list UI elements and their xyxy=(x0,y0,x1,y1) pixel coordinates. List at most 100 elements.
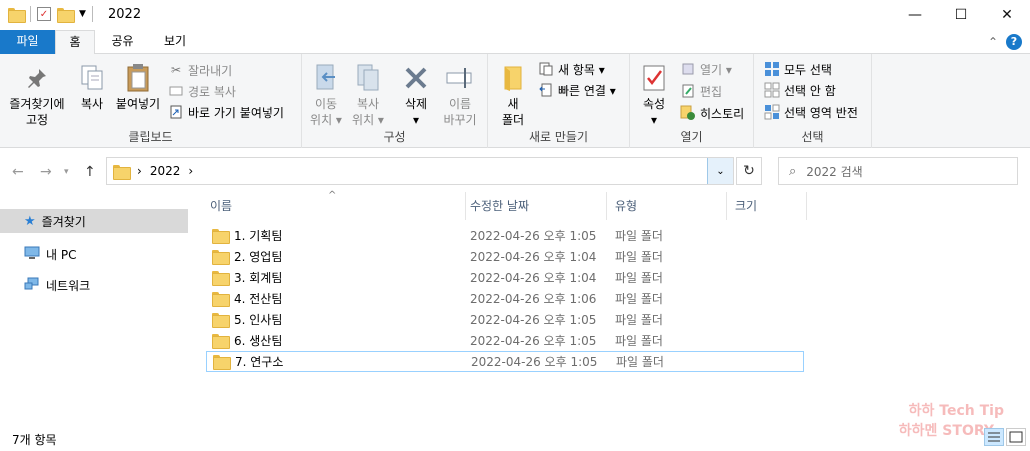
column-header-type[interactable]: 유형 xyxy=(607,192,727,220)
quick-access-toolbar: ✓ ▼ xyxy=(8,6,93,23)
easy-access-button[interactable]: 빠른 연결 ▾ xyxy=(538,80,616,100)
paste-label: 붙여넣기 xyxy=(115,97,161,111)
table-row[interactable]: 7. 연구소 2022-04-26 오후 1:05 파일 폴더 xyxy=(206,351,804,372)
path-icon xyxy=(168,83,184,99)
minimize-button[interactable]: — xyxy=(892,0,938,30)
navigation-bar: ← → ▾ ↑ › 2022 › ⌄ ↻ ⌕ 2022 검색 xyxy=(0,154,1030,190)
properties-icon[interactable]: ✓ xyxy=(37,7,51,21)
column-header-size[interactable]: 크기 xyxy=(727,192,807,220)
forward-arrow-icon[interactable]: → xyxy=(40,164,52,180)
folder-icon xyxy=(213,355,231,370)
status-item-count: 7개 항목 xyxy=(12,433,57,447)
tab-share[interactable]: 공유 xyxy=(100,30,145,54)
qat-dropdown-icon[interactable]: ▼ xyxy=(79,9,86,19)
pin-to-quick-access-button[interactable]: 즐겨찾기에 고정 xyxy=(4,62,70,128)
close-button[interactable]: ✕ xyxy=(984,0,1030,30)
open-group: 속성 ▾ 열기 ▾ 편집 히스토리 열기 xyxy=(630,54,754,148)
rename-icon xyxy=(444,62,476,94)
organize-group: 이동 위치 ▾ 복사 위치 ▾ 삭제 ▾ 이름 바꾸기 구성 xyxy=(302,54,488,148)
maximize-button[interactable]: ☐ xyxy=(938,0,984,30)
column-header-name[interactable]: 이름 xyxy=(202,192,466,220)
copy-button[interactable]: 복사 xyxy=(74,62,110,112)
divider xyxy=(30,6,31,22)
large-icons-view-icon[interactable] xyxy=(1006,428,1026,446)
history-button[interactable]: 히스토리 xyxy=(680,103,744,123)
navigation-pane: ★ 즐겨찾기 내 PC 네트워크 xyxy=(0,192,190,422)
search-box[interactable]: ⌕ 2022 검색 xyxy=(778,157,1018,185)
help-icon[interactable]: ? xyxy=(1006,34,1022,50)
star-icon: ★ xyxy=(24,213,36,229)
copy-to-button[interactable]: 복사 위치 ▾ xyxy=(348,62,388,128)
nav-item-this-pc[interactable]: 내 PC xyxy=(0,242,188,266)
address-dropdown-icon[interactable]: ⌄ xyxy=(707,158,733,184)
delete-x-icon xyxy=(400,62,432,94)
folder-icon xyxy=(212,271,230,286)
new-folder-icon xyxy=(497,62,529,94)
copy-path-button[interactable]: 경로 복사 xyxy=(168,81,236,101)
history-icon xyxy=(680,105,696,121)
table-row[interactable]: 4. 전산팀 2022-04-26 오후 1:06 파일 폴더 xyxy=(206,288,804,309)
open-button[interactable]: 열기 ▾ xyxy=(680,59,732,79)
back-arrow-icon[interactable]: ← xyxy=(12,164,24,180)
select-all-button[interactable]: 모두 선택 xyxy=(764,59,832,79)
table-row[interactable]: 6. 생산팀 2022-04-26 오후 1:05 파일 폴더 xyxy=(206,330,804,351)
tab-file[interactable]: 파일 xyxy=(0,30,55,54)
new-group-label: 새로 만들기 xyxy=(528,130,588,144)
file-list: ^ 이름 수정한 날짜 유형 크기 1. 기획팀 2022-04-26 오후 1… xyxy=(190,190,1030,422)
invert-selection-button[interactable]: 선택 영역 반전 xyxy=(764,102,858,122)
folder-icon xyxy=(113,164,131,180)
table-row[interactable]: 2. 영업팀 2022-04-26 오후 1:04 파일 폴더 xyxy=(206,246,804,267)
details-view-icon[interactable] xyxy=(984,428,1004,446)
tab-view[interactable]: 보기 xyxy=(150,30,200,54)
column-header-date[interactable]: 수정한 날짜 xyxy=(462,192,607,220)
window-title: 2022 xyxy=(108,7,142,22)
new-folder-button[interactable]: 새 폴더 xyxy=(496,62,530,128)
title-bar: ✓ ▼ 2022 — ☐ ✕ xyxy=(0,0,1030,30)
move-icon xyxy=(310,62,342,94)
breadcrumb-2022[interactable]: 2022 xyxy=(150,164,181,178)
select-none-icon xyxy=(764,82,780,98)
paste-button[interactable]: 붙여넣기 xyxy=(112,62,164,112)
move-to-button[interactable]: 이동 위치 ▾ xyxy=(306,62,346,128)
select-none-button[interactable]: 선택 안 함 xyxy=(764,80,836,100)
invert-selection-icon xyxy=(764,104,780,120)
cut-button[interactable]: ✂ 잘라내기 xyxy=(168,60,232,80)
delete-button[interactable]: 삭제 ▾ xyxy=(398,62,434,128)
table-row[interactable]: 3. 회계팀 2022-04-26 오후 1:04 파일 폴더 xyxy=(206,267,804,288)
folder-icon xyxy=(212,334,230,349)
paste-shortcut-button[interactable]: 바로 가기 붙여넣기 xyxy=(168,102,284,122)
easy-access-icon xyxy=(538,82,554,98)
table-row[interactable]: 1. 기획팀 2022-04-26 오후 1:05 파일 폴더 xyxy=(206,225,804,246)
organize-group-label: 구성 xyxy=(383,130,406,144)
scissors-icon: ✂ xyxy=(170,63,182,77)
open-group-label: 열기 xyxy=(680,130,703,144)
nav-item-quick-access[interactable]: ★ 즐겨찾기 xyxy=(0,209,188,233)
clipboard-group-label: 클립보드 xyxy=(128,130,173,144)
select-group: 모두 선택 선택 안 함 선택 영역 반전 선택 xyxy=(754,54,872,148)
pin-icon xyxy=(21,62,53,94)
ribbon-collapse-icon[interactable]: ⌃ xyxy=(988,35,998,49)
up-arrow-icon[interactable]: ↑ xyxy=(84,164,96,180)
recent-locations-icon[interactable]: ▾ xyxy=(64,167,69,177)
rename-button[interactable]: 이름 바꾸기 xyxy=(440,62,480,128)
address-bar[interactable]: › 2022 › ⌄ xyxy=(106,157,734,185)
select-all-icon xyxy=(764,61,780,77)
new-item-icon xyxy=(538,61,554,77)
properties-button[interactable]: 속성 ▾ xyxy=(636,62,672,128)
clipboard-group: 즐겨찾기에 고정 복사 붙여넣기 ✂ 잘라내기 경로 복사 바로 가기 붙여넣기… xyxy=(0,54,302,148)
nav-item-network[interactable]: 네트워크 xyxy=(0,273,188,297)
copy-label: 복사 xyxy=(80,97,104,111)
open-icon xyxy=(680,61,696,77)
edit-button[interactable]: 편집 xyxy=(680,81,722,101)
tab-home[interactable]: 홈 xyxy=(55,30,95,55)
new-folder-icon[interactable] xyxy=(57,7,75,23)
new-item-button[interactable]: 새 항목 ▾ xyxy=(538,59,605,79)
folder-icon xyxy=(212,250,230,265)
shortcut-icon xyxy=(168,104,184,120)
refresh-icon[interactable]: ↻ xyxy=(736,157,762,185)
copy-to-icon xyxy=(352,62,384,94)
table-row[interactable]: 5. 인사팀 2022-04-26 오후 1:05 파일 폴더 xyxy=(206,309,804,330)
new-group: 새 폴더 새 항목 ▾ 빠른 연결 ▾ 새로 만들기 xyxy=(488,54,630,148)
breadcrumb-separator[interactable]: › xyxy=(137,164,142,178)
breadcrumb-separator[interactable]: › xyxy=(188,164,193,178)
